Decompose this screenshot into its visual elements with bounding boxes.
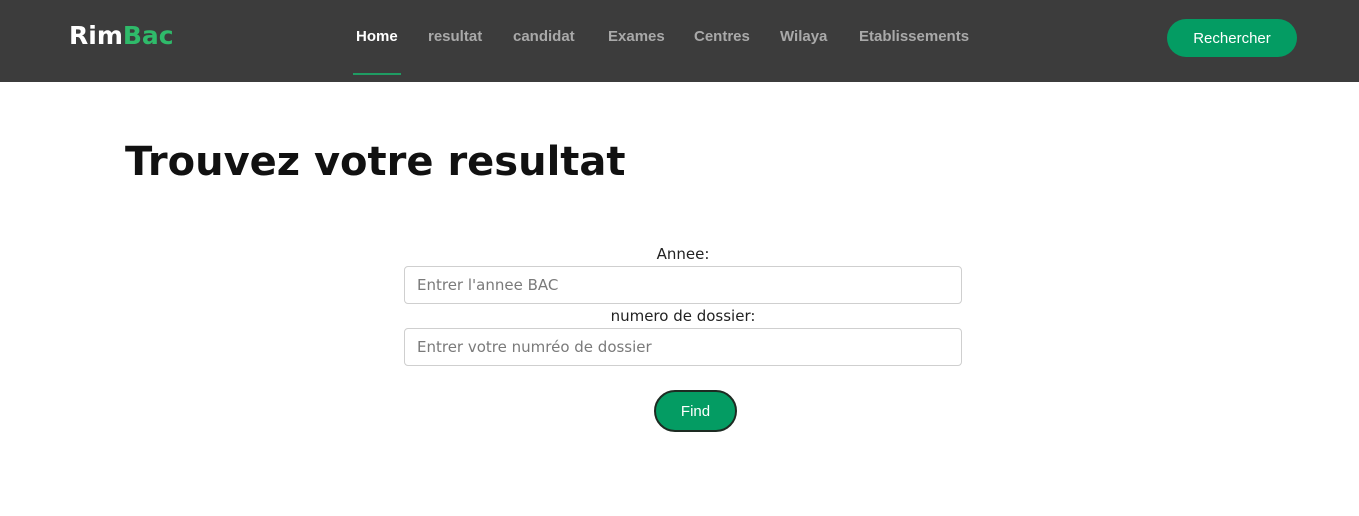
brand-logo[interactable]: RimBac	[69, 19, 174, 53]
year-input[interactable]	[404, 266, 962, 304]
nav-item-exames[interactable]: Exames	[608, 27, 665, 47]
nav-item-resultat[interactable]: resultat	[428, 27, 482, 47]
nav-item-etablissements[interactable]: Etablissements	[859, 27, 969, 47]
find-button[interactable]: Find	[654, 390, 737, 432]
file-number-label: numero de dossier:	[610, 307, 756, 325]
nav-item-wilaya[interactable]: Wilaya	[780, 27, 827, 47]
brand-logo-part1: Rim	[69, 21, 123, 50]
rechercher-button[interactable]: Rechercher	[1167, 19, 1297, 57]
file-number-input[interactable]	[404, 328, 962, 366]
page-title: Trouvez votre resultat	[125, 139, 626, 185]
active-nav-indicator	[353, 73, 401, 75]
year-label: Annee:	[656, 245, 710, 263]
nav-item-centres[interactable]: Centres	[694, 27, 750, 47]
brand-logo-part2: Bac	[122, 21, 174, 50]
nav-item-home[interactable]: Home	[356, 27, 398, 47]
nav-item-candidat[interactable]: candidat	[513, 27, 575, 47]
top-navbar: RimBac Home resultat candidat Exames Cen…	[0, 0, 1359, 82]
